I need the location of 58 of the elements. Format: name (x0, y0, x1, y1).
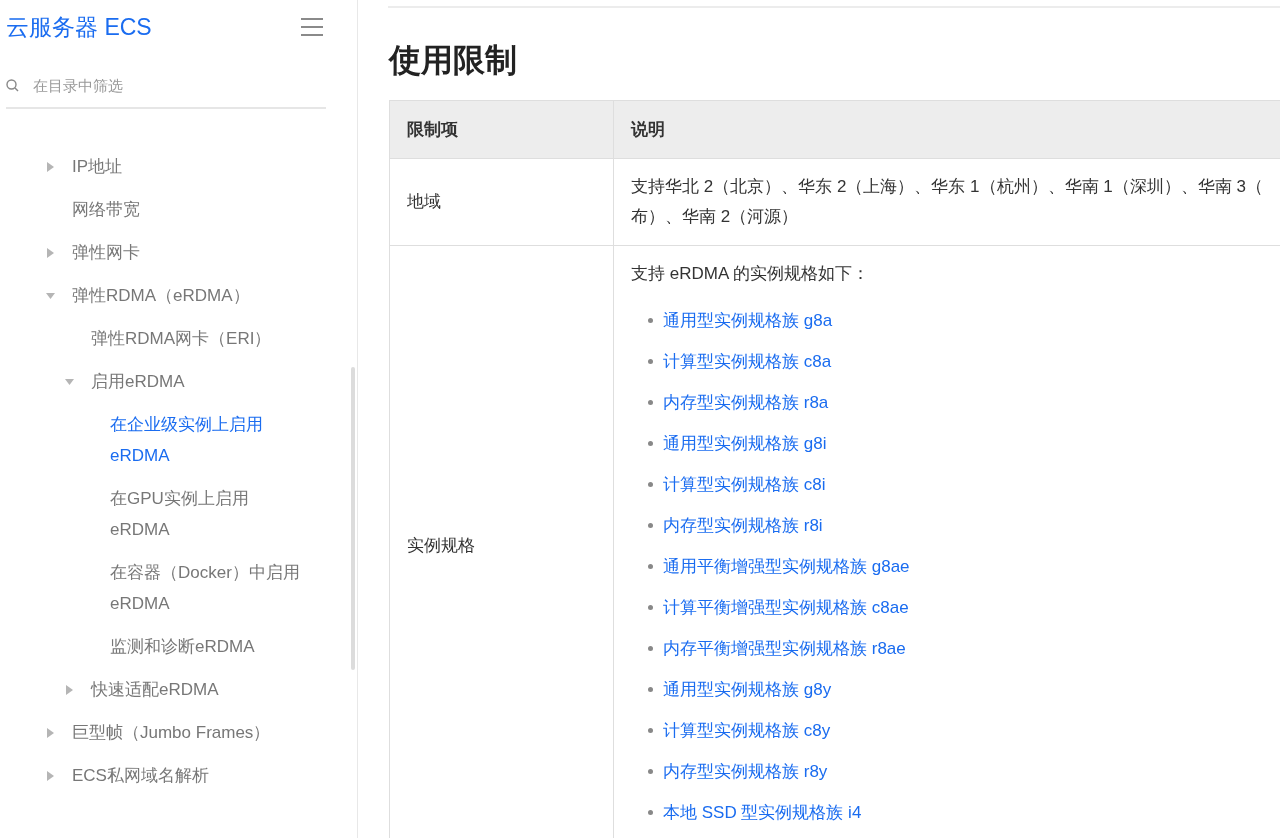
product-title[interactable]: 云服务器 ECS (6, 10, 152, 45)
tree-item[interactable]: 在企业级实例上启用 eRDMA (110, 409, 263, 471)
column-header: 限制项 (389, 100, 614, 159)
bullet-icon (648, 810, 653, 815)
tree-item[interactable]: IP地址 (72, 151, 123, 182)
instance-family-link[interactable]: 内存型实例规格族 r8i (663, 512, 823, 539)
section-heading: 使用限制 (389, 41, 518, 80)
tree-item[interactable]: 弹性网卡 (72, 237, 140, 268)
instance-family-link[interactable]: 计算型实例规格族 c8y (663, 717, 831, 744)
tree-item[interactable]: 弹性RDMA网卡（ERI） (91, 323, 272, 354)
tree-item[interactable]: 网络带宽 (72, 194, 140, 225)
bullet-icon (648, 564, 653, 569)
caret-right-icon[interactable] (46, 247, 55, 258)
bullet-icon (648, 482, 653, 487)
tree-item[interactable]: 弹性RDMA（eRDMA） (72, 280, 250, 311)
bullet-icon (648, 769, 653, 774)
instance-family-link[interactable]: 通用平衡增强型实例规格族 g8ae (663, 553, 910, 580)
instance-family-link[interactable]: 通用型实例规格族 g8a (663, 307, 833, 334)
caret-right-icon[interactable] (46, 770, 55, 781)
bullet-icon (648, 523, 653, 528)
tree-item[interactable]: 启用eRDMA (91, 366, 185, 397)
table-cell: 地域 (389, 158, 614, 246)
bullet-icon (648, 441, 653, 446)
caret-down-icon[interactable] (46, 290, 55, 301)
caret-right-icon[interactable] (46, 161, 55, 172)
instance-family-link[interactable]: 内存型实例规格族 r8y (663, 758, 828, 785)
instance-family-link[interactable]: 通用型实例规格族 g8y (663, 676, 832, 703)
tree-item[interactable]: 在容器（Docker）中启用 eRDMA (110, 557, 300, 619)
instance-family-link[interactable]: 内存型实例规格族 r8a (663, 389, 829, 416)
tree-item[interactable]: 在GPU实例上启用 eRDMA (110, 483, 249, 545)
cell-text: 支持华北 2（北京）、华东 2（上海）、华东 1（杭州）、华南 1（深圳）、华南 3（ 布）、华南 2（河源） (631, 176, 1264, 228)
caret-right-icon[interactable] (65, 684, 74, 695)
instance-family-link[interactable]: 计算型实例规格族 c8a (663, 348, 832, 375)
table-cell: 实例规格 (389, 245, 614, 838)
bullet-icon (648, 400, 653, 405)
bullet-icon (648, 605, 653, 610)
caret-down-icon[interactable] (65, 376, 74, 387)
filter-field[interactable]: 在目录中筛选 (33, 74, 283, 97)
bullet-icon (648, 318, 653, 323)
instance-family-link[interactable]: 通用型实例规格族 g8i (663, 430, 827, 457)
instance-family-link[interactable]: 计算型实例规格族 c8i (663, 471, 826, 498)
tree-item[interactable]: 监测和诊断eRDMA (110, 631, 255, 662)
scrollbar-thumb[interactable] (351, 367, 355, 670)
tree-item[interactable]: 快速适配eRDMA (91, 674, 219, 705)
caret-right-icon[interactable] (46, 727, 55, 738)
bullet-icon (648, 728, 653, 733)
search-icon (6, 79, 19, 93)
bullet-icon (648, 646, 653, 651)
tree-item[interactable]: ECS私网域名解析 (72, 760, 209, 791)
bullet-icon (648, 359, 653, 364)
column-header: 说明 (613, 100, 1280, 159)
instance-family-link[interactable]: 计算平衡增强型实例规格族 c8ae (663, 594, 909, 621)
cell-text: 支持 eRDMA 的实例规格如下： (631, 263, 871, 285)
tree-item[interactable]: 巨型帧（Jumbo Frames） (72, 717, 271, 748)
menu-icon[interactable] (301, 18, 323, 37)
bullet-icon (648, 687, 653, 692)
instance-family-link[interactable]: 内存平衡增强型实例规格族 r8ae (663, 635, 906, 662)
instance-family-link[interactable]: 本地 SSD 型实例规格族 i4 (663, 799, 862, 826)
